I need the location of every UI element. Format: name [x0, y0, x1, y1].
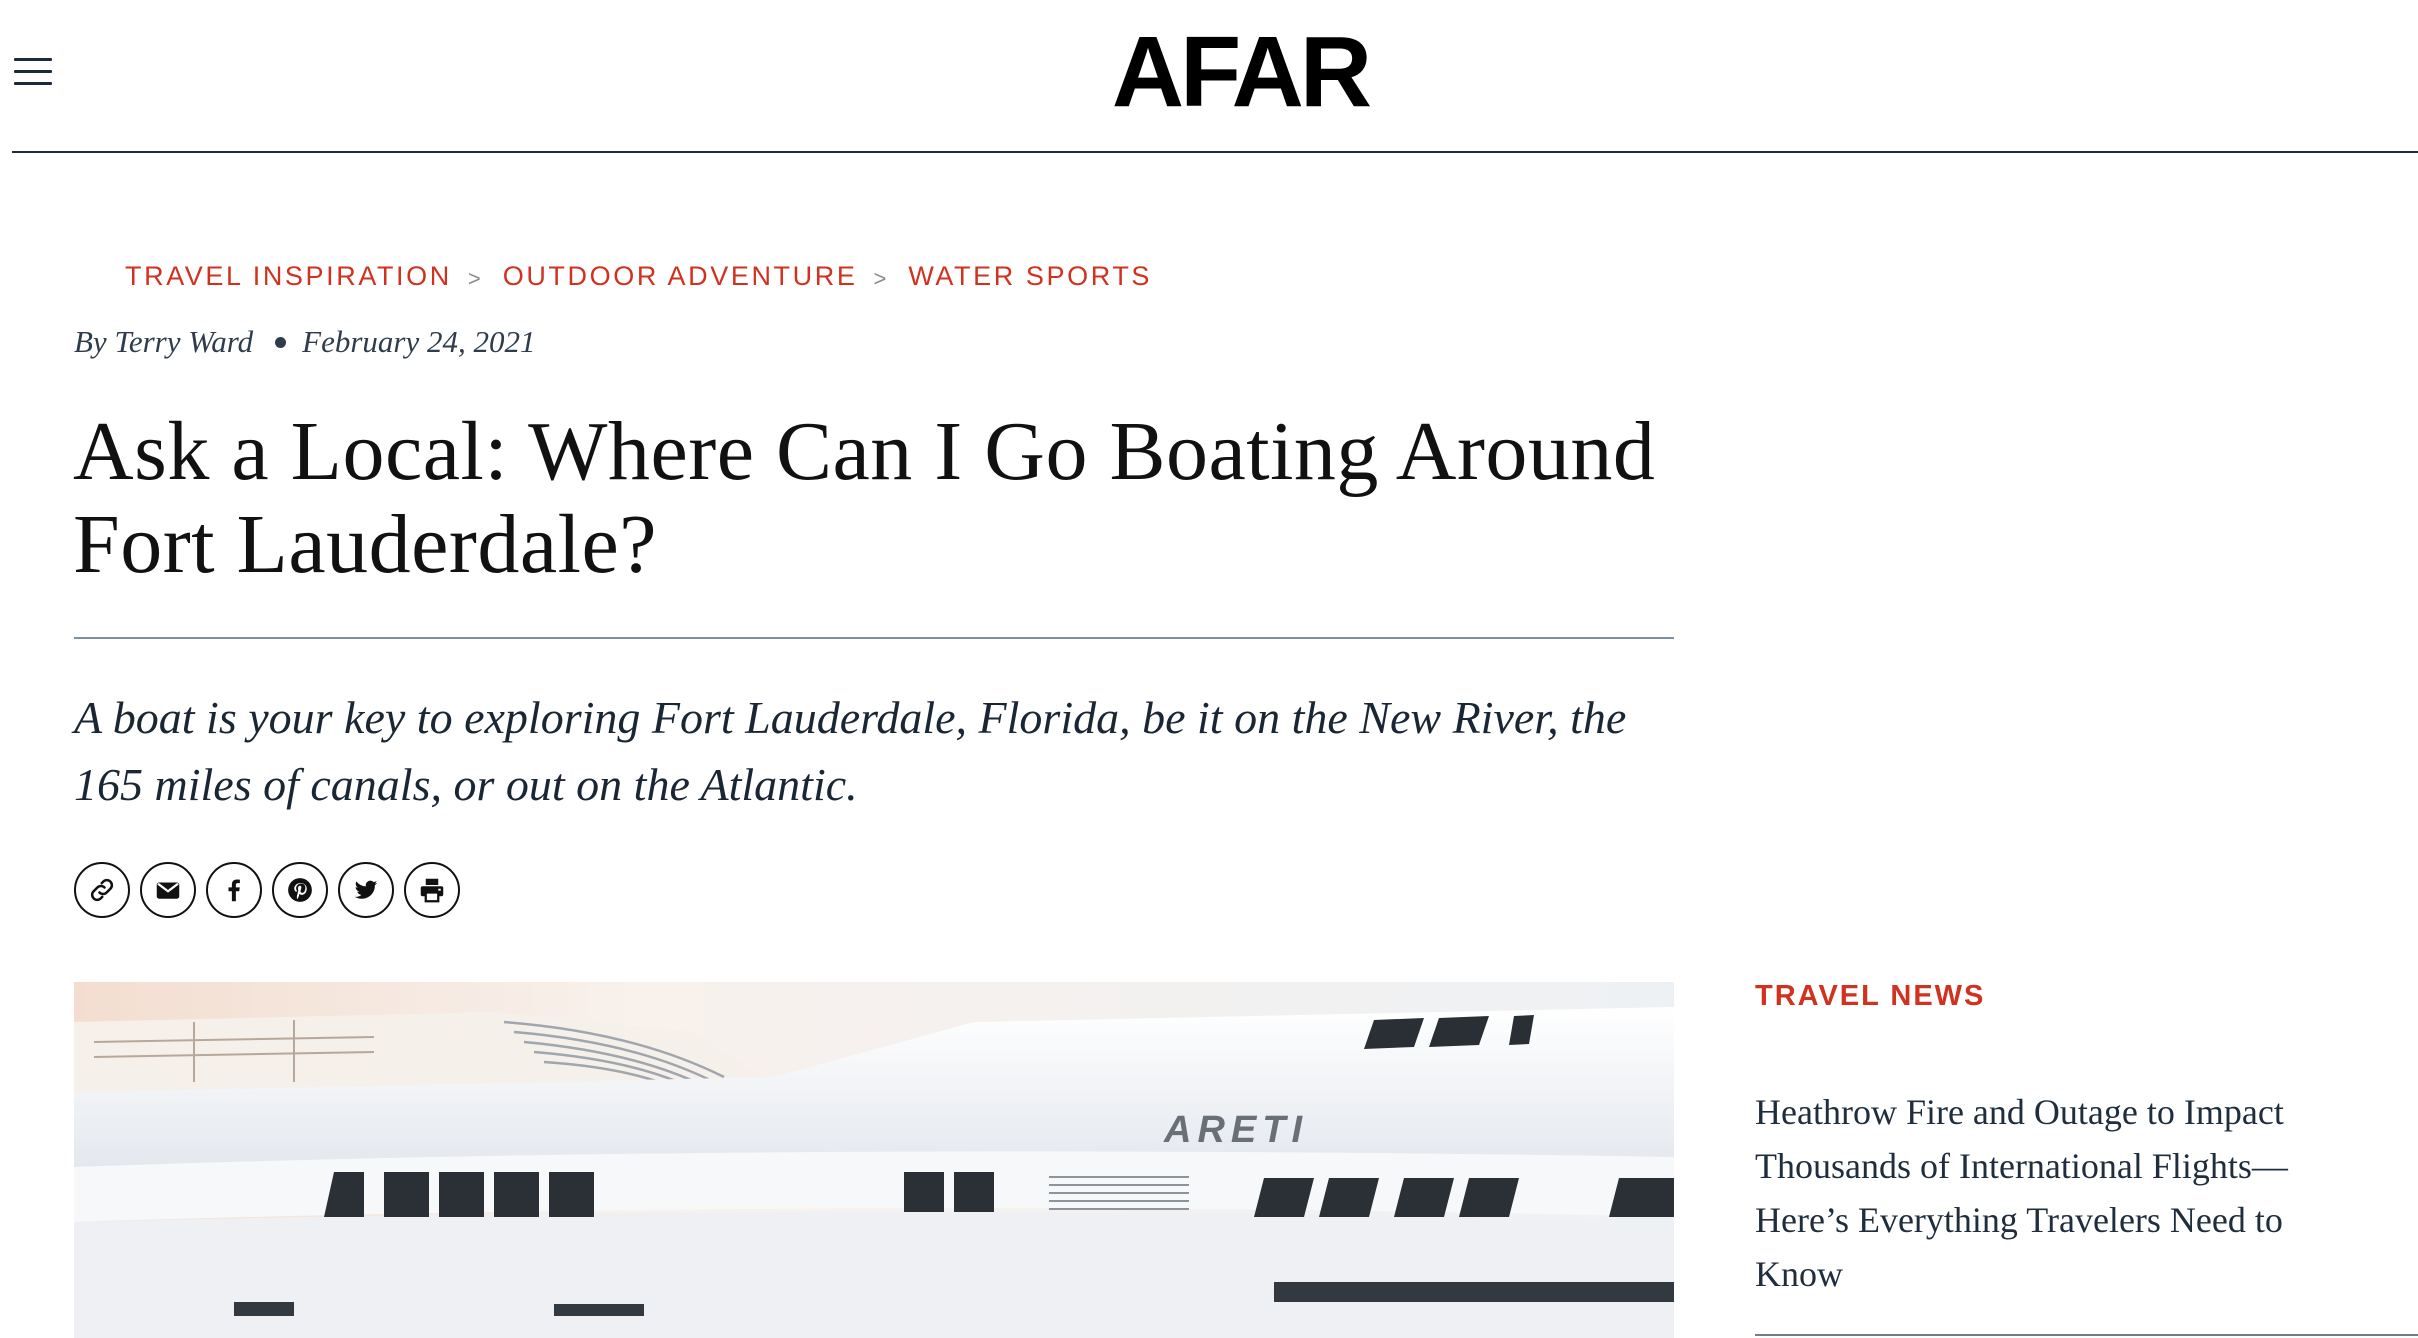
- facebook-icon[interactable]: [206, 862, 262, 918]
- header-divider: [12, 151, 2418, 153]
- breadcrumb-travel-inspiration[interactable]: TRAVEL INSPIRATION: [125, 261, 452, 292]
- article-dek: A boat is your key to exploring Fort Lau…: [74, 692, 1627, 810]
- byline-dot: [275, 336, 287, 348]
- breadcrumb-separator: >: [467, 266, 481, 291]
- site-logo[interactable]: AFAR: [1110, 22, 1372, 122]
- breadcrumb: TRAVEL INSPIRATION > OUTDOOR ADVENTURE >…: [125, 256, 1152, 296]
- sidebar-section-label[interactable]: TRAVEL NEWS: [1755, 980, 1985, 1013]
- twitter-icon[interactable]: [338, 862, 394, 918]
- sidebar-divider: [1755, 1334, 2418, 1336]
- breadcrumb-separator: >: [873, 266, 887, 291]
- svg-text:ARETI: ARETI: [1163, 1109, 1308, 1151]
- pinterest-icon[interactable]: [272, 862, 328, 918]
- hamburger-menu-icon[interactable]: [14, 56, 54, 88]
- sidebar-headline-link[interactable]: Heathrow Fire and Outage to Impact Thous…: [1755, 1085, 2355, 1301]
- breadcrumb-water-sports[interactable]: WATER SPORTS: [908, 261, 1152, 292]
- email-icon[interactable]: [140, 862, 196, 918]
- byline: By Terry Ward February 24, 2021: [74, 324, 535, 360]
- article-title: Ask a Local: Where Can I Go Boating Arou…: [73, 405, 1656, 591]
- hero-image: ARETI: [74, 982, 1674, 1338]
- print-icon[interactable]: [404, 862, 460, 918]
- author-name[interactable]: By Terry Ward: [74, 324, 253, 360]
- title-divider: [74, 637, 1674, 639]
- site-header: AFAR: [0, 0, 2418, 153]
- share-bar: [74, 862, 460, 918]
- breadcrumb-outdoor-adventure[interactable]: OUTDOOR ADVENTURE: [503, 261, 858, 292]
- link-icon[interactable]: [74, 862, 130, 918]
- publish-date: February 24, 2021: [302, 324, 536, 359]
